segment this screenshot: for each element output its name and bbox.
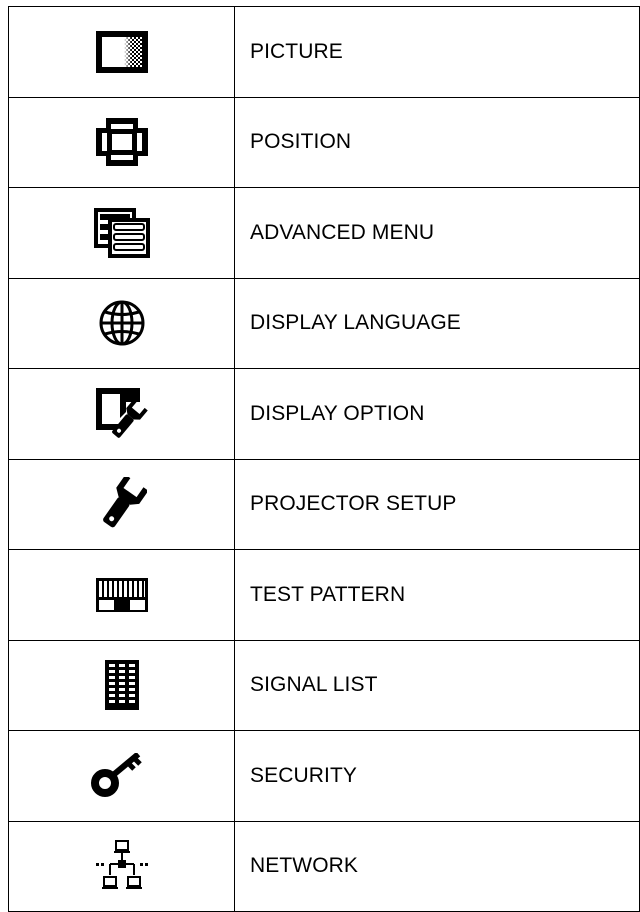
menu-label[interactable]: TEST PATTERN (234, 549, 640, 641)
network-icon (95, 840, 148, 890)
menu-row-display-language: DISPLAY LANGUAGE (8, 277, 640, 369)
menu-row-advanced-menu: ADVANCED MENU (8, 187, 640, 279)
icon-cell (8, 639, 235, 731)
menu-row-projector-setup: PROJECTOR SETUP (8, 458, 640, 550)
icon-cell (8, 277, 235, 369)
icon-cell (8, 368, 235, 460)
menu-label[interactable]: PICTURE (234, 6, 640, 98)
menu-row-display-option: DISPLAY OPTION (8, 368, 640, 460)
menu-label[interactable]: NETWORK (234, 820, 640, 912)
key-icon (90, 752, 142, 797)
menu-label[interactable]: POSITION (234, 96, 640, 188)
menu-row-position: POSITION (8, 96, 640, 188)
icon-cell (8, 549, 235, 641)
globe-icon (99, 300, 144, 346)
picture-icon (95, 30, 148, 73)
menu-label[interactable]: DISPLAY LANGUAGE (234, 277, 640, 369)
wrench-hand-icon (102, 477, 147, 528)
icon-cell (8, 730, 235, 822)
signal-list-icon (104, 660, 139, 711)
menu-table: PICTURE POSITION ADVANCED MENU DISPLAY L… (8, 6, 640, 912)
menu-row-picture: PICTURE (8, 6, 640, 98)
menu-row-signal-list: SIGNAL LIST (8, 639, 640, 731)
menu-label[interactable]: SIGNAL LIST (234, 639, 640, 731)
display-option-icon (95, 387, 148, 438)
menu-label[interactable]: ADVANCED MENU (234, 187, 640, 279)
icon-cell (8, 187, 235, 279)
menu-label[interactable]: SECURITY (234, 730, 640, 822)
menu-row-security: SECURITY (8, 730, 640, 822)
menu-row-network: NETWORK (8, 820, 640, 912)
menu-row-test-pattern: TEST PATTERN (8, 549, 640, 641)
position-icon (95, 118, 148, 167)
icon-cell (8, 458, 235, 550)
icon-cell (8, 820, 235, 912)
test-pattern-icon (95, 577, 148, 612)
icon-cell (8, 96, 235, 188)
menu-label[interactable]: PROJECTOR SETUP (234, 458, 640, 550)
advanced-menu-icon (93, 207, 150, 258)
menu-label[interactable]: DISPLAY OPTION (234, 368, 640, 460)
icon-cell (8, 6, 235, 98)
